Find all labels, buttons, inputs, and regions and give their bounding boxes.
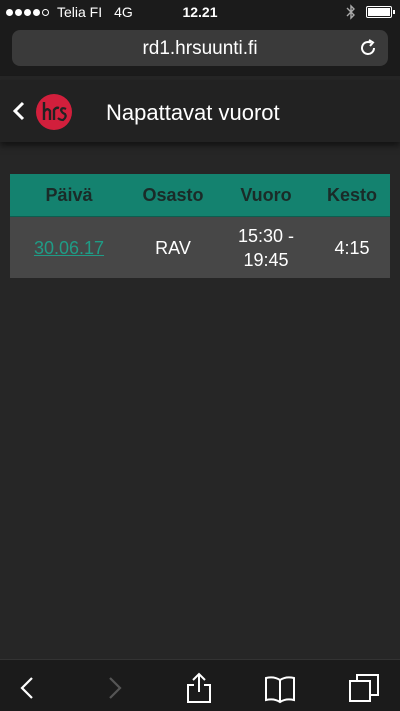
status-bar: Telia FI 4G 12.21: [0, 0, 400, 24]
column-header-duration: Kesto: [326, 184, 377, 205]
bluetooth-icon: [346, 4, 355, 20]
share-icon[interactable]: [183, 672, 215, 704]
shift-end: 19:45: [243, 249, 289, 270]
column-header-department: Osasto: [142, 184, 204, 205]
tabs-icon[interactable]: [348, 672, 380, 704]
cell-department: RAV: [155, 237, 191, 258]
browser-address-area: rd1.hrsuunti.fi: [0, 24, 400, 76]
cell-shift: 15:30 - 19:45: [218, 224, 314, 272]
table-header-row: Päivä Osasto Vuoro Kesto: [10, 174, 390, 217]
page-title: Napattavat vuorot: [106, 100, 280, 125]
cell-duration: 4:15: [334, 237, 370, 258]
status-time: 12.21: [182, 4, 218, 20]
reload-icon[interactable]: [358, 38, 378, 58]
app-header: Napattavat vuorot: [0, 80, 400, 142]
date-link[interactable]: 30.06.17: [34, 238, 104, 258]
hrs-logo[interactable]: [36, 94, 72, 130]
column-header-shift: Vuoro: [240, 184, 292, 205]
column-header-date: Päivä: [45, 184, 93, 205]
shift-start: 15:30 -: [237, 225, 295, 246]
bookmarks-icon[interactable]: [264, 672, 296, 704]
cell-date: 30.06.17: [10, 236, 128, 260]
logo-mark-icon: [42, 102, 67, 122]
address-bar[interactable]: rd1.hrsuunti.fi: [12, 30, 388, 66]
status-right: [346, 4, 395, 20]
browser-toolbar: [0, 659, 400, 711]
browser-forward-icon[interactable]: [98, 672, 130, 704]
shifts-table: Päivä Osasto Vuoro Kesto 30.06.17 RAV 15…: [10, 174, 390, 278]
browser-back-icon[interactable]: [12, 672, 44, 704]
table-row: 30.06.17 RAV 15:30 - 19:45 4:15: [10, 217, 390, 278]
battery-icon: [366, 6, 395, 18]
chevron-left-icon[interactable]: [12, 100, 26, 122]
url-text: rd1.hrsuunti.fi: [142, 38, 258, 59]
